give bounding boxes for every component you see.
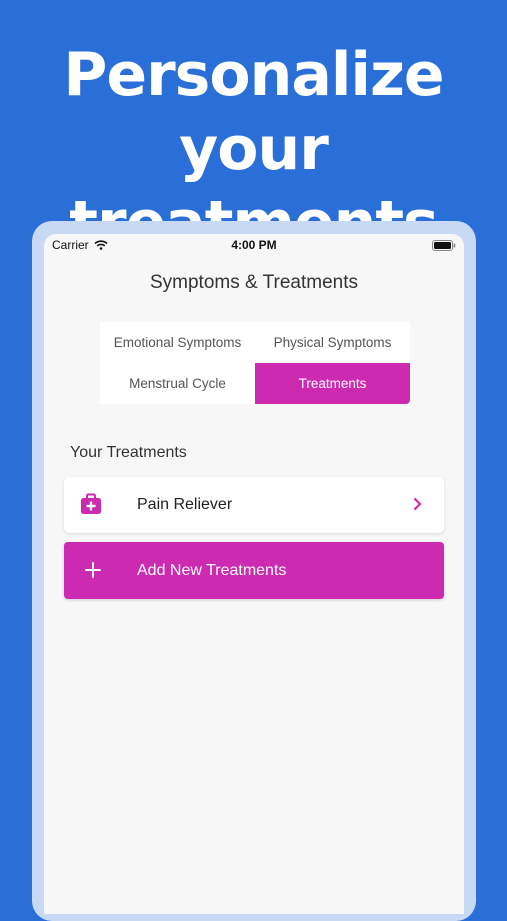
plus-icon xyxy=(85,562,101,578)
category-segmented-control: Emotional Symptoms Physical Symptoms Men… xyxy=(100,322,410,404)
section-title: Your Treatments xyxy=(70,444,187,461)
headline-line-1: Personalize xyxy=(63,40,444,110)
status-bar: Carrier 4:00 PM xyxy=(44,234,464,256)
page-title: Symptoms & Treatments xyxy=(149,272,358,293)
add-new-treatment-button[interactable]: Add New Treatments xyxy=(64,542,444,599)
treatment-label: Pain Reliever xyxy=(137,496,233,513)
battery-icon xyxy=(432,240,456,251)
app-screen: Carrier 4:00 PM Symptoms & Treatments Em… xyxy=(44,234,464,914)
medical-kit-icon xyxy=(81,493,101,514)
chevron-right-icon xyxy=(413,497,422,511)
add-button-label: Add New Treatments xyxy=(137,562,287,579)
tab-treatments[interactable]: Treatments xyxy=(255,363,410,404)
tab-physical-symptoms[interactable]: Physical Symptoms xyxy=(255,322,410,363)
treatment-item-pain-reliever[interactable]: Pain Reliever xyxy=(64,477,444,533)
tab-emotional-symptoms[interactable]: Emotional Symptoms xyxy=(100,322,255,363)
status-time: 4:00 PM xyxy=(231,238,277,252)
tab-menstrual-cycle[interactable]: Menstrual Cycle xyxy=(100,363,255,404)
